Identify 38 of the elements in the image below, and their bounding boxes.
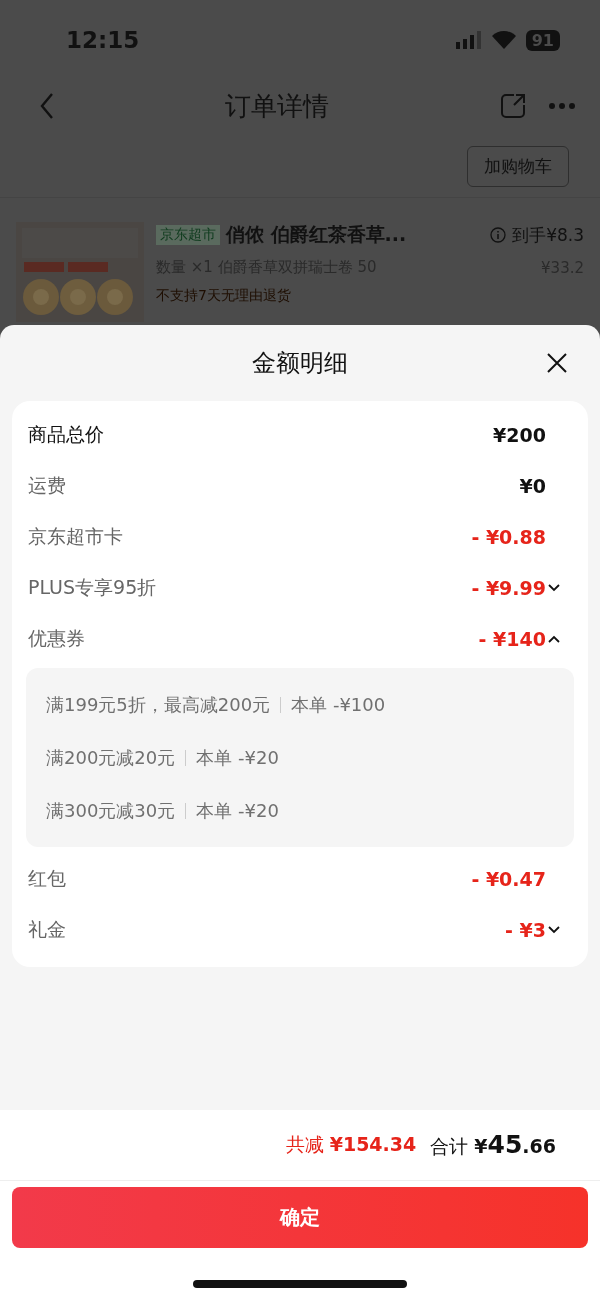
total-discount: 共减 ¥154.34 — [285, 1132, 417, 1157]
price-label: PLUS专享95折 — [28, 574, 158, 600]
sheet-title: 金额明细 — [252, 348, 348, 379]
price-label: 优惠券 — [28, 625, 86, 651]
wifi-icon — [491, 31, 516, 49]
total-amount: 合计 ¥45.66 — [430, 1130, 556, 1160]
price-label: 运费 — [28, 472, 67, 498]
coupon-applied-amount: 本单 -¥20 — [196, 745, 279, 770]
coupon-condition: 满200元减20元 — [46, 745, 176, 770]
chevron-down-icon[interactable] — [548, 583, 560, 592]
add-to-cart-button[interactable]: 加购物车 — [467, 146, 569, 187]
price-value: - ¥140 — [478, 627, 546, 650]
signal-icon — [455, 31, 482, 49]
price-value: - ¥9.99 — [471, 576, 546, 599]
price-value: - ¥0.47 — [471, 867, 546, 890]
price-label: 红包 — [28, 865, 67, 891]
battery-icon: 91 — [525, 29, 560, 51]
coupon-applied-amount: 本单 -¥20 — [196, 798, 279, 823]
price-label: 京东超市卡 — [28, 523, 124, 549]
confirm-button[interactable]: 确定 — [12, 1187, 588, 1248]
coupon-applied-amount: 本单 -¥100 — [291, 692, 386, 717]
product-title: 俏侬 伯爵红茶香草... — [226, 222, 408, 247]
price-value: - ¥0.88 — [471, 525, 546, 548]
price-value: ¥200 — [493, 423, 546, 446]
price-label: 礼金 — [28, 916, 67, 942]
price-value: ¥0 — [519, 474, 546, 497]
price-value: - ¥3 — [505, 918, 546, 941]
final-price: 到手¥8.3 — [512, 223, 584, 247]
coupon-condition: 满199元5折，最高减200元 — [46, 692, 271, 717]
close-icon[interactable] — [546, 352, 568, 374]
chevron-up-icon[interactable] — [548, 634, 560, 643]
chevron-down-icon[interactable] — [548, 925, 560, 934]
status-time: 12:15 — [66, 27, 140, 53]
coupon-condition: 满300元减30元 — [46, 798, 176, 823]
price-label: 商品总价 — [28, 421, 105, 447]
page-title: 订单详情 — [225, 89, 329, 123]
return-policy-note: 不支持7天无理由退货 — [156, 287, 292, 305]
store-tag: 京东超市 — [156, 225, 220, 245]
